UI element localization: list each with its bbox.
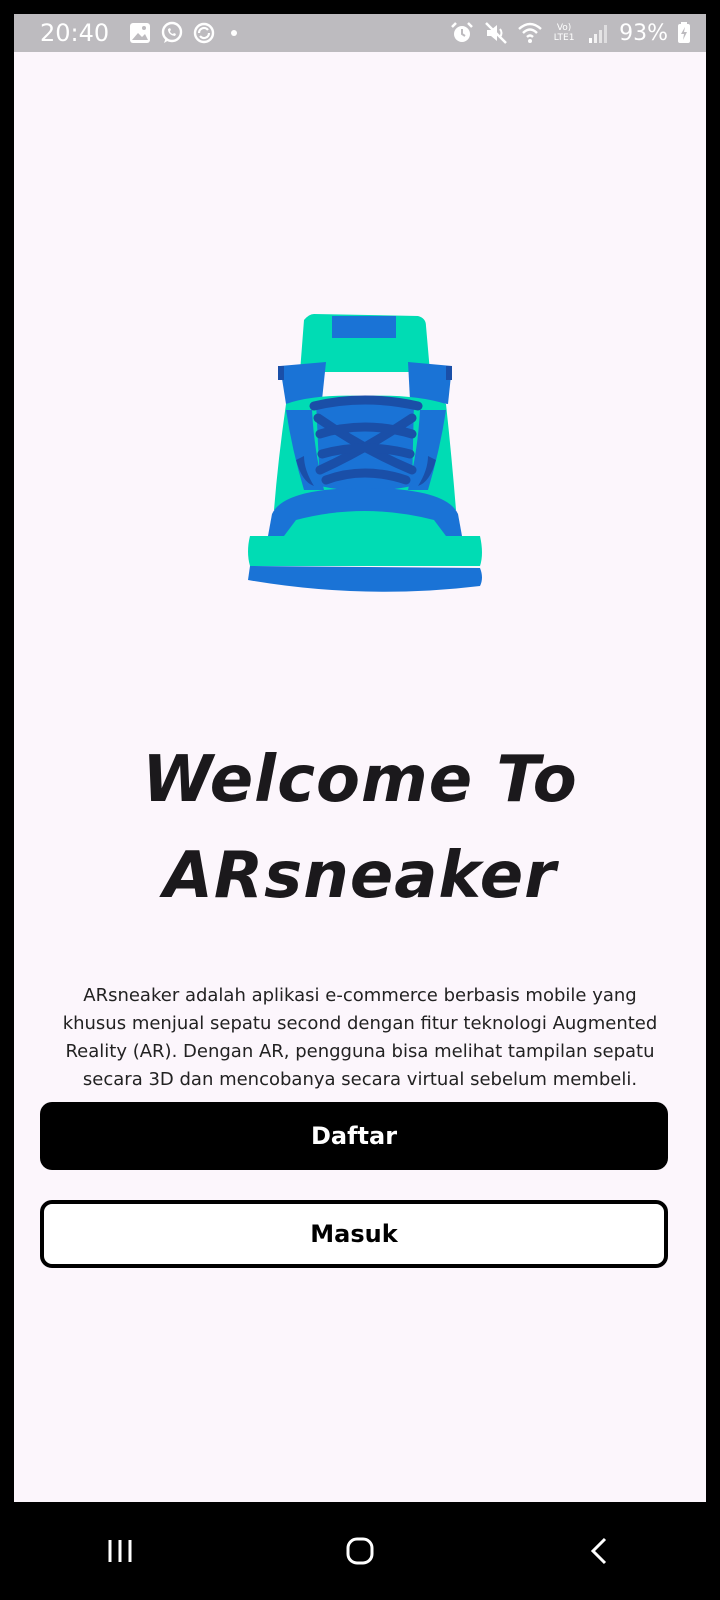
lte-label: Vo) LTE1: [553, 23, 575, 43]
recent-apps-icon[interactable]: [90, 1521, 150, 1581]
device-frame-left: [0, 0, 14, 1600]
back-icon[interactable]: [570, 1521, 630, 1581]
whatsapp-icon: [159, 20, 185, 46]
welcome-title-line1: Welcome To: [142, 743, 578, 817]
mute-icon: [483, 20, 509, 46]
wifi-icon: [517, 20, 543, 46]
sneaker-illustration-icon: [248, 314, 482, 592]
sync-icon: [191, 20, 217, 46]
gallery-icon: [127, 20, 153, 46]
welcome-screen: Welcome To ARsneaker ARsneaker adalah ap…: [14, 52, 706, 1502]
login-button[interactable]: Masuk: [40, 1200, 668, 1268]
register-button[interactable]: Daftar: [40, 1102, 668, 1170]
status-bar: 20:40 Vo) LTE1 93%: [14, 14, 706, 52]
signal-icon: [585, 20, 611, 46]
welcome-title-line2: ARsneaker: [163, 839, 557, 913]
app-description: ARsneaker adalah aplikasi e-commerce ber…: [62, 985, 658, 1090]
status-time: 20:40: [40, 19, 110, 47]
alarm-icon: [449, 20, 475, 46]
home-icon[interactable]: [330, 1521, 390, 1581]
notification-dot: [231, 30, 238, 36]
navigation-bar: [0, 1502, 720, 1600]
battery-charging-icon: [676, 20, 692, 46]
battery-percentage: 93%: [619, 20, 668, 46]
welcome-title: Welcome To ARsneaker: [14, 732, 706, 924]
device-frame-right: [706, 0, 720, 1600]
